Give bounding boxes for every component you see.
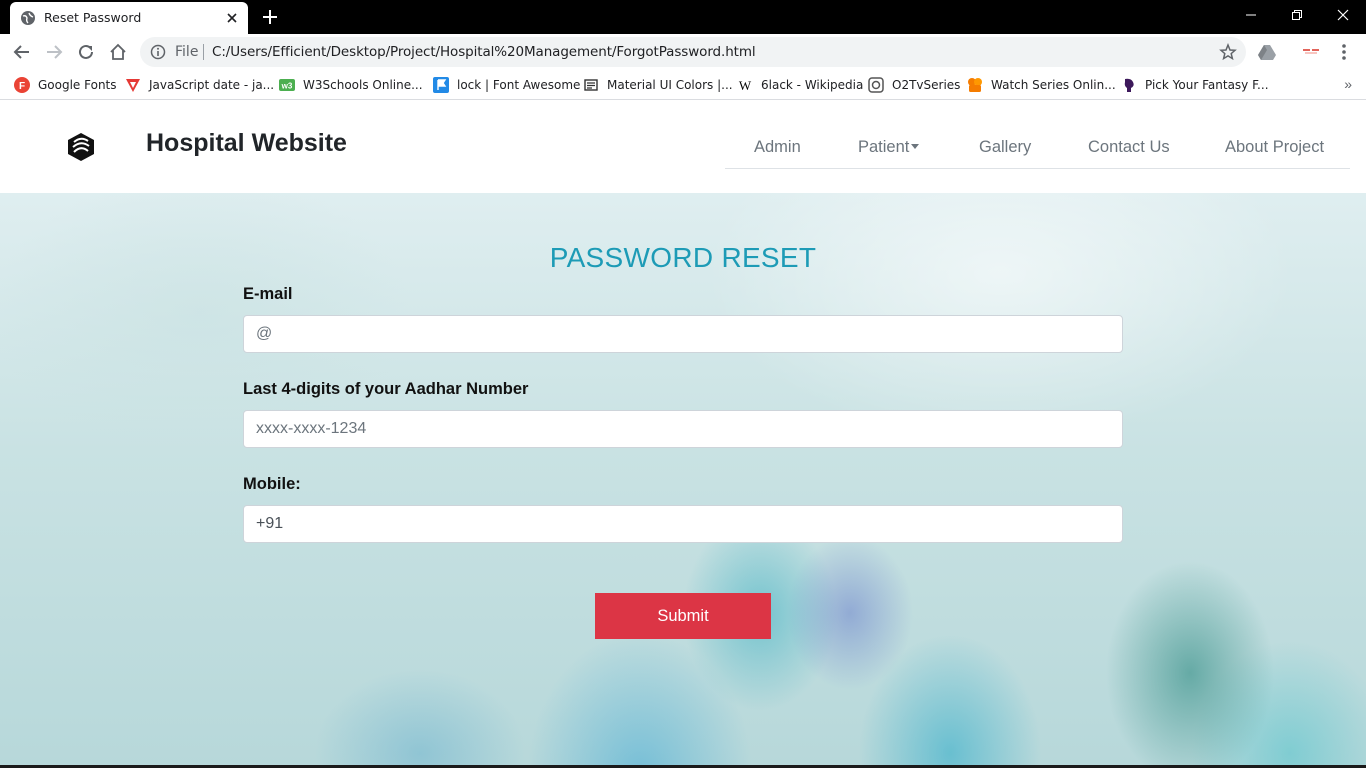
home-icon — [110, 43, 126, 60]
reload-button[interactable] — [74, 40, 98, 64]
menu-dots-icon[interactable] — [1334, 42, 1354, 62]
aadhar-label: Last 4-digits of your Aadhar Number — [243, 380, 529, 398]
nav-link-patient-label: Patient — [858, 138, 910, 156]
google-drive-icon[interactable] — [1257, 42, 1277, 62]
globe-icon — [21, 11, 35, 25]
browser-tab[interactable]: Reset Password — [10, 2, 248, 34]
page-title: PASSWORD RESET — [549, 242, 817, 273]
bookmark-w3schools[interactable]: w3 W3Schools Online... — [279, 76, 423, 94]
bookmark-6lack-wikipedia[interactable]: W 6lack - Wikipedia — [737, 76, 864, 94]
nav-link-admin[interactable]: Admin — [754, 138, 801, 157]
site-nav: Admin Patient Gallery Contact Us About P… — [725, 126, 1350, 169]
url-scheme-label: File — [175, 44, 199, 60]
restore-icon — [1292, 10, 1302, 20]
arrow-left-icon — [13, 45, 29, 59]
home-button[interactable] — [106, 40, 130, 64]
aadhar-field[interactable] — [243, 410, 1123, 448]
browser-tabstrip: Reset Password — [0, 0, 1366, 34]
close-window-button[interactable] — [1320, 0, 1366, 30]
watch-series-icon — [968, 78, 982, 92]
nav-link-gallery[interactable]: Gallery — [979, 138, 1031, 157]
nav-link-contact-us[interactable]: Contact Us — [1088, 138, 1170, 157]
triangle-icon — [126, 79, 140, 92]
newspaper-icon — [584, 79, 598, 91]
restore-button[interactable] — [1274, 0, 1320, 30]
back-button[interactable] — [10, 40, 34, 64]
bookmark-font-awesome[interactable]: lock | Font Awesome — [433, 76, 580, 94]
caret-down-icon — [911, 144, 920, 150]
nav-link-patient[interactable]: Patient — [858, 138, 920, 157]
bookmark-fantasy[interactable]: Pick Your Fantasy F... — [1121, 76, 1269, 94]
mobile-field[interactable] — [243, 505, 1123, 543]
brand-title[interactable]: Hospital Website — [146, 129, 347, 158]
tab-title: Reset Password — [44, 10, 142, 25]
nav-link-about-project[interactable]: About Project — [1225, 138, 1324, 157]
extension-icon[interactable] — [1301, 42, 1321, 62]
o2tv-icon — [868, 77, 884, 93]
address-bar[interactable]: File C:/Users/Efficient/Desktop/Project/… — [140, 37, 1246, 67]
mobile-label: Mobile: — [243, 475, 301, 493]
bookmark-google-fonts[interactable]: F Google Fonts — [14, 76, 117, 94]
google-fonts-icon: F — [14, 77, 30, 93]
site-header: Hospital Website Admin Patient Gallery C… — [0, 101, 1366, 193]
info-icon[interactable] — [150, 44, 166, 60]
premier-league-icon — [1124, 78, 1134, 92]
url-text[interactable]: C:/Users/Efficient/Desktop/Project/Hospi… — [212, 44, 756, 60]
bookmarks-bar: F Google Fonts JavaScript date - ja... w… — [0, 70, 1366, 100]
bookmarks-overflow-icon[interactable]: » — [1344, 76, 1352, 92]
bookmark-material-ui-colors[interactable]: Material UI Colors |... — [583, 76, 733, 94]
new-tab-icon[interactable] — [260, 7, 280, 27]
brand-logo-icon[interactable] — [66, 132, 96, 162]
wikipedia-icon: W — [739, 78, 752, 93]
forward-button[interactable] — [42, 40, 66, 64]
hero-section: PASSWORD RESET E-mail Last 4-digits of y… — [0, 193, 1366, 765]
minimize-button[interactable] — [1228, 0, 1274, 30]
close-icon — [1337, 9, 1349, 21]
svg-text:W: W — [739, 78, 752, 93]
email-label: E-mail — [243, 285, 293, 303]
arrow-right-icon — [47, 45, 63, 59]
w3schools-icon: w3 — [279, 79, 295, 91]
bookmark-o2tvseries[interactable]: O2TvSeries — [868, 76, 960, 94]
svg-text:w3: w3 — [281, 82, 293, 91]
star-icon[interactable] — [1219, 43, 1237, 61]
svg-text:F: F — [19, 81, 25, 92]
bookmark-watch-series[interactable]: Watch Series Onlin... — [967, 76, 1116, 94]
email-field[interactable] — [243, 315, 1123, 353]
address-separator — [203, 44, 204, 60]
reload-icon — [79, 44, 93, 59]
bookmark-javascript-date[interactable]: JavaScript date - ja... — [125, 76, 274, 94]
minimize-icon — [1246, 14, 1256, 16]
flag-icon — [433, 77, 449, 93]
submit-button[interactable]: Submit — [595, 593, 771, 639]
browser-toolbar: File C:/Users/Efficient/Desktop/Project/… — [0, 34, 1366, 70]
close-tab-icon[interactable] — [224, 10, 240, 26]
